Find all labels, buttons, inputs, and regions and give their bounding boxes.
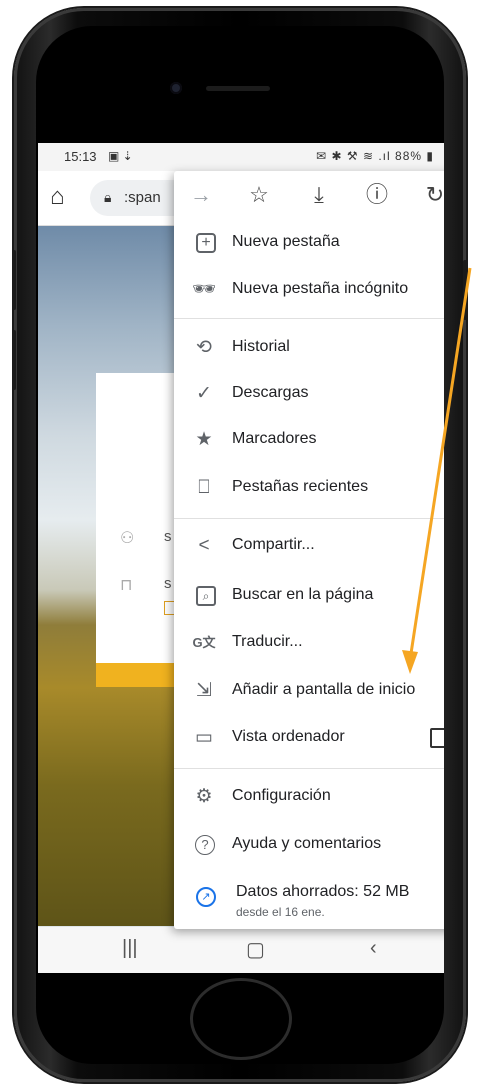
star-icon[interactable]: ☆: [244, 181, 274, 209]
menu-item-new-tab[interactable]: + Nueva pestaña: [174, 221, 444, 265]
menu-item-settings[interactable]: ⚙ Configuración: [174, 775, 444, 819]
status-bar: 15:13 ▣ ⇣ ✉ ✱ ⚒ ≋ .ıl 88% ▮: [38, 143, 444, 171]
menu-item-label: Añadir a pantalla de inicio: [232, 681, 416, 698]
incognito-icon: 🕶︎: [192, 279, 217, 300]
info-icon[interactable]: ⓘ: [362, 181, 392, 209]
menu-item-label: Traducir...: [232, 633, 303, 650]
menu-item-label: Historial: [232, 338, 290, 355]
download-icon[interactable]: ⤓: [304, 181, 334, 209]
status-icons: ✉ ✱ ⚒ ≋ .ıl 88% ▮: [316, 149, 434, 163]
username-field[interactable]: s: [164, 528, 172, 545]
back-nav-icon[interactable]: ‹: [370, 937, 377, 960]
password-field[interactable]: s: [164, 575, 172, 592]
settings-gear-icon: ⚙: [195, 786, 213, 807]
side-button-left: [12, 250, 16, 310]
forward-icon[interactable]: →: [186, 181, 216, 209]
menu-item-label: Marcadores: [232, 430, 317, 447]
menu-item-desktop-view[interactable]: ▭ Vista ordenador: [174, 716, 444, 760]
system-icons: ✉ ✱ ⚒ ≋ .ıl: [316, 149, 391, 163]
earpiece-speaker: [206, 86, 270, 91]
menu-item-bookmarks[interactable]: ★ Marcadores: [174, 418, 444, 462]
menu-divider: [174, 518, 444, 519]
status-time: 15:13: [64, 149, 97, 164]
side-button-left: [12, 330, 16, 390]
lock-icon[interactable]: 🔒︎: [104, 189, 111, 206]
home-button[interactable]: [190, 978, 292, 1060]
menu-item-label: Compartir...: [232, 536, 315, 553]
notification-icons: ▣ ⇣: [108, 149, 133, 163]
menu-item-find-in-page[interactable]: ⌕ Buscar en la página: [174, 574, 444, 618]
data-saved-since: desde el 16 ene.: [236, 905, 325, 919]
menu-action-row: → ☆ ⤓ ⓘ ↻: [174, 171, 444, 221]
menu-item-add-to-home[interactable]: ⇲ Añadir a pantalla de inicio: [174, 669, 444, 713]
menu-divider: [174, 318, 444, 319]
battery-level: 88%: [395, 149, 423, 163]
menu-item-share[interactable]: < Compartir...: [174, 524, 444, 568]
user-icon: ⚇: [120, 530, 135, 547]
menu-item-history[interactable]: ⟲ Historial: [174, 326, 444, 370]
add-to-home-icon: ⇲: [196, 680, 212, 701]
front-camera: [170, 82, 182, 94]
menu-item-label: Vista ordenador: [232, 728, 345, 745]
data-saved-label: Datos ahorrados: 52 MB: [236, 883, 410, 900]
translate-icon: G文: [192, 635, 216, 650]
menu-item-recent-tabs[interactable]: ⎕ Pestañas recientes: [174, 466, 444, 510]
desktop-view-checkbox[interactable]: [430, 728, 444, 748]
menu-item-data-saver[interactable]: ↗ Datos ahorrados: 52 MB desde el 16 ene…: [174, 871, 444, 927]
phone-screen: 15:13 ▣ ⇣ ✉ ✱ ⚒ ≋ .ıl 88% ▮ ⌂ 🔒︎ :span ⚇…: [38, 143, 444, 973]
url-text[interactable]: :span: [124, 189, 161, 206]
recent-apps-icon[interactable]: |||: [122, 937, 138, 960]
history-icon: ⟲: [196, 337, 212, 358]
menu-item-translate[interactable]: G文 Traducir...: [174, 621, 444, 665]
bookmarks-star-icon: ★: [195, 429, 213, 450]
home-nav-icon[interactable]: ▢: [246, 937, 265, 962]
menu-item-label: Ayuda y comentarios: [232, 835, 382, 852]
share-icon: <: [198, 535, 210, 556]
browser-menu: → ☆ ⤓ ⓘ ↻ + Nueva pestaña 🕶︎ Nueva pesta…: [174, 171, 444, 929]
menu-item-label: Nueva pestaña incógnito: [232, 280, 409, 297]
home-icon[interactable]: ⌂: [50, 185, 65, 209]
side-button-right: [463, 260, 467, 320]
battery-icon: ▮: [426, 149, 434, 163]
menu-item-label: Configuración: [232, 787, 331, 804]
menu-item-label: Descargas: [232, 384, 309, 401]
downloads-icon: ✓: [196, 383, 212, 404]
menu-item-incognito[interactable]: 🕶︎ Nueva pestaña incógnito: [174, 268, 444, 312]
menu-divider: [174, 768, 444, 769]
new-tab-icon: +: [196, 233, 216, 253]
desktop-icon: ▭: [195, 727, 213, 748]
find-in-page-icon: ⌕: [196, 586, 216, 606]
recent-tabs-icon: ⎕: [198, 477, 210, 498]
menu-item-label: Nueva pestaña: [232, 233, 340, 250]
data-saver-icon: ↗: [196, 887, 216, 907]
menu-item-label: Buscar en la página: [232, 586, 374, 603]
reload-icon[interactable]: ↻: [420, 181, 444, 209]
menu-item-label: Pestañas recientes: [232, 478, 369, 495]
menu-item-help[interactable]: ? Ayuda y comentarios: [174, 823, 444, 867]
android-nav-bar: ||| ▢ ‹: [38, 927, 444, 973]
menu-item-downloads[interactable]: ✓ Descargas: [174, 372, 444, 416]
help-icon: ?: [195, 835, 215, 855]
padlock-icon: ⊓: [120, 577, 133, 594]
